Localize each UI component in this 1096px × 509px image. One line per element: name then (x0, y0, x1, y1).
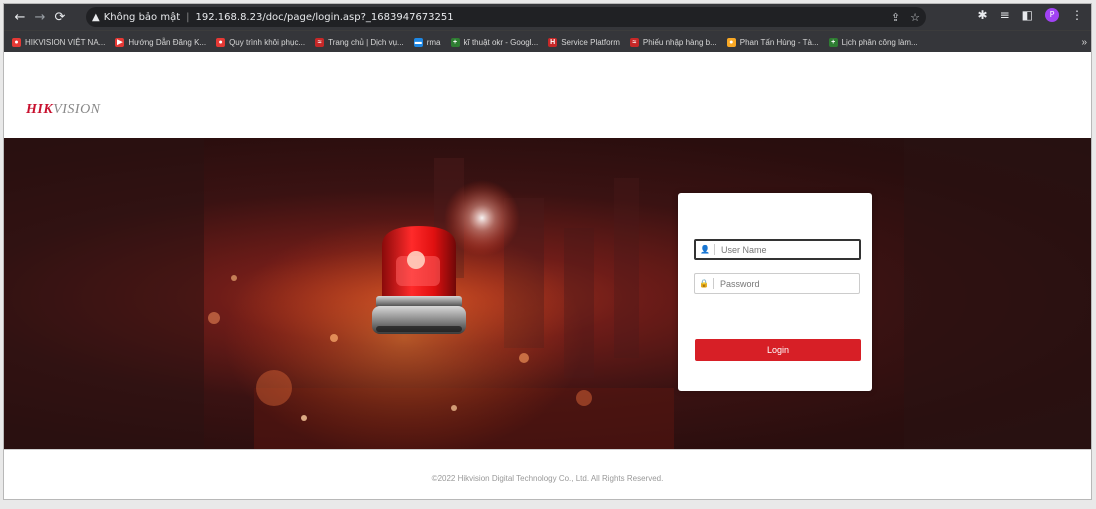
bookmark-favicon-icon: ● (726, 37, 736, 47)
password-field[interactable]: 🔒 (694, 273, 860, 294)
bookmark-favicon-icon: + (450, 37, 460, 47)
profile-avatar[interactable]: P (1045, 8, 1059, 22)
copyright-text: ©2022 Hikvision Digital Technology Co., … (431, 474, 664, 483)
bookmark-item[interactable]: H Service Platform (548, 37, 620, 47)
bookmark-label: Service Platform (561, 37, 620, 47)
bookmark-favicon-icon: ● (216, 37, 226, 47)
bookmark-label: Lịch phân công làm... (841, 37, 918, 47)
page-header: HIKVISION (4, 52, 1091, 139)
field-separator (714, 244, 715, 255)
login-panel: 👤 🔒 Login (678, 193, 872, 391)
bookmark-favicon-icon: ≈ (315, 37, 325, 47)
browser-toolbar: ← → ⟳ ▲ Không bảo mật | 192.168.8.23/doc… (4, 4, 1091, 30)
bookmark-label: Quy trình khôi phục... (229, 37, 306, 47)
bookmark-label: HIKVISION VIỆT NA... (25, 37, 106, 47)
bookmark-favicon-icon: H (548, 37, 558, 47)
bookmark-label: Hướng Dẫn Đăng K... (128, 37, 207, 47)
bookmark-favicon-icon: ● (12, 37, 21, 47)
back-icon[interactable]: ← (10, 10, 30, 25)
warning-icon: ▲ (92, 11, 100, 23)
bookmark-label: kĩ thuật okr - Googl... (463, 37, 539, 47)
url-text[interactable]: 192.168.8.23/doc/page/login.asp?_1683947… (196, 12, 454, 23)
hikvision-logo: HIKVISION (26, 102, 101, 118)
bookmark-label: Phiếu nhập hàng b... (642, 37, 717, 47)
bookmark-favicon-icon: ▶ (115, 37, 125, 47)
bookmark-item[interactable]: ≈ Trang chủ | Dịch vụ... (315, 37, 404, 47)
bookmark-item[interactable]: ● Quy trình khôi phục... (216, 37, 306, 47)
address-bar[interactable]: ▲ Không bảo mật | 192.168.8.23/doc/page/… (86, 7, 926, 27)
reload-icon[interactable]: ⟳ (50, 10, 70, 25)
user-icon: 👤 (700, 245, 710, 254)
bookmarks-bar: ● HIKVISION VIỆT NA... ▶ Hướng Dẫn Đăng K..… (4, 30, 1091, 53)
login-button[interactable]: Login (695, 339, 861, 361)
hero-banner: 👤 🔒 Login (4, 138, 1091, 449)
field-separator (713, 278, 714, 289)
bookmark-item[interactable]: ● Phan Tấn Hùng - Tà... (726, 37, 819, 47)
bookmarks-more-button[interactable]: » (1081, 37, 1087, 48)
security-label[interactable]: Không bảo mật (104, 12, 180, 23)
bookmark-item[interactable]: + kĩ thuật okr - Googl... (450, 37, 539, 47)
bookmark-item[interactable]: ≈ Phiếu nhập hàng b... (629, 37, 717, 47)
menu-icon[interactable]: ⋮ (1071, 8, 1083, 22)
bookmark-favicon-icon: + (828, 37, 838, 47)
bookmark-item[interactable]: ▶ Hướng Dẫn Đăng K... (115, 37, 207, 47)
forward-icon[interactable]: → (30, 10, 50, 25)
address-separator: | (186, 11, 190, 23)
browser-window: ← → ⟳ ▲ Không bảo mật | 192.168.8.23/doc… (3, 3, 1092, 500)
bookmark-label: Trang chủ | Dịch vụ... (328, 37, 404, 47)
logo-gray-text: VISION (53, 102, 101, 117)
extensions-puzzle-icon[interactable]: ✱ (978, 8, 988, 22)
bookmark-favicon-icon: ▬ (413, 37, 423, 47)
bookmark-label: Phan Tấn Hùng - Tà... (739, 37, 819, 47)
bookmark-label: rma (426, 37, 441, 47)
page-footer: ©2022 Hikvision Digital Technology Co., … (4, 449, 1091, 499)
bookmark-item[interactable]: ● HIKVISION VIỆT NA... (12, 37, 106, 47)
username-input[interactable] (721, 244, 841, 255)
alarm-illustration (4, 138, 1091, 449)
bookmark-item[interactable]: + Lịch phân công làm... (828, 37, 918, 47)
bookmark-favicon-icon: ≈ (629, 37, 639, 47)
lock-icon: 🔒 (699, 279, 709, 288)
username-field[interactable]: 👤 (694, 239, 861, 260)
bookmark-item[interactable]: ▬ rma (413, 37, 441, 47)
reading-list-icon[interactable]: ≡ (1000, 8, 1010, 22)
side-panel-icon[interactable]: ◧ (1022, 8, 1033, 22)
logo-red-text: HIK (26, 102, 54, 117)
share-icon[interactable]: ⇪ (891, 11, 900, 24)
bookmark-star-icon[interactable]: ☆ (910, 11, 920, 24)
extensions-area: ✱ ≡ ◧ P ⋮ (978, 8, 1083, 22)
password-input[interactable] (720, 278, 840, 289)
